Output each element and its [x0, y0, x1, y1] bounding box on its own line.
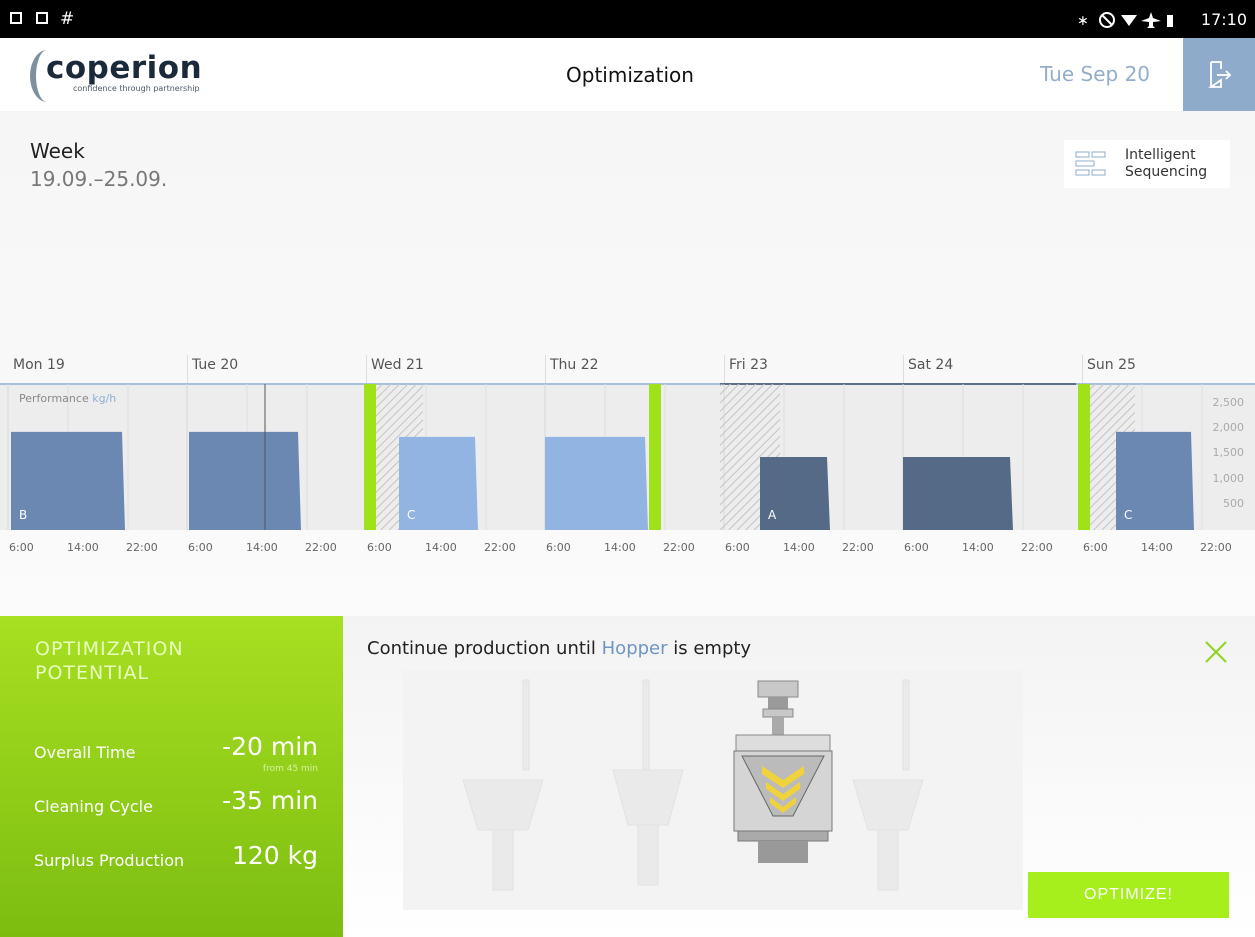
y-tick-label: 1,000: [1212, 471, 1245, 485]
day-label: Sat 24: [908, 357, 954, 373]
performance-label: Performance kg/h: [19, 392, 117, 405]
x-tick-label: 22:00: [1200, 541, 1232, 554]
performance-bar: [903, 457, 1013, 530]
x-tick-label: 22:00: [126, 541, 158, 554]
x-tick-label: 22:00: [484, 541, 516, 554]
day-label: Sun 25: [1087, 357, 1136, 373]
performance-bar: [11, 431, 125, 530]
performance-bar: [189, 431, 301, 530]
optimization-title: OPTIMIZATION POTENTIAL: [35, 638, 184, 684]
airplane-icon: [1141, 12, 1161, 28]
overall-time-value: -20 min: [222, 732, 318, 761]
overall-time-label: Overall Time: [34, 743, 136, 762]
hopper-link[interactable]: Hopper: [602, 638, 668, 659]
y-tick-label: 1,500: [1212, 446, 1245, 460]
battery-icon: [1167, 15, 1173, 27]
x-tick-label: 14:00: [962, 541, 994, 554]
day-separator: [366, 355, 367, 385]
x-tick-label: 22:00: [305, 541, 337, 554]
page-title: Optimization: [566, 63, 694, 87]
wifi-icon: [1121, 15, 1137, 26]
changeover-marker: [1078, 384, 1090, 530]
bar-label: C: [1124, 508, 1133, 522]
y-tick-label: 500: [1223, 496, 1244, 510]
x-tick-label: 6:00: [188, 541, 213, 554]
logo-tagline: confidence through partnership: [73, 84, 200, 93]
clock: 17:10: [1200, 10, 1247, 29]
hash-icon: #: [60, 9, 75, 29]
bar-label: A: [768, 508, 777, 522]
cleaning-cycle-value: -35 min: [222, 786, 318, 815]
changeover-marker: [649, 384, 661, 530]
day-label: Fri 23: [729, 357, 768, 373]
hopper-machine-illustration: [733, 680, 833, 863]
day-label: Wed 21: [371, 357, 424, 373]
x-tick-label: 6:00: [904, 541, 929, 554]
status-bar: # ∗ 17:10: [0, 0, 1255, 38]
header-date: Tue Sep 20: [1040, 62, 1151, 86]
y-tick-label: 2,500: [1212, 396, 1245, 410]
download-icon: [36, 12, 48, 24]
performance-bar: [545, 436, 648, 530]
week-label: Week: [30, 139, 85, 163]
x-tick-label: 6:00: [9, 541, 34, 554]
image-icon: [10, 12, 22, 24]
x-tick-label: 14:00: [783, 541, 815, 554]
x-tick-label: 6:00: [546, 541, 571, 554]
day-separator: [1082, 355, 1083, 385]
x-tick-label: 14:00: [604, 541, 636, 554]
bar-label: C: [407, 508, 416, 522]
x-tick-label: 6:00: [725, 541, 750, 554]
day-separator: [903, 355, 904, 385]
day-label: Tue 20: [192, 357, 239, 373]
week-range: 19.09.–25.09.: [30, 167, 168, 191]
close-icon[interactable]: [1204, 640, 1228, 664]
x-tick-label: 14:00: [1141, 541, 1173, 554]
logo: coperion: [46, 50, 203, 86]
sequencing-icon: [1075, 151, 1106, 176]
x-tick-label: 22:00: [842, 541, 874, 554]
x-tick-label: 22:00: [663, 541, 695, 554]
day-label: Mon 19: [13, 357, 65, 373]
x-tick-label: 14:00: [246, 541, 278, 554]
day-separator: [724, 355, 725, 385]
intelligent-sequencing-label: Intelligent Sequencing: [1125, 147, 1208, 180]
chart-svg: [7, 384, 1203, 530]
logout-button[interactable]: [1183, 38, 1255, 111]
x-tick-label: 14:00: [425, 541, 457, 554]
x-tick-label: 6:00: [1083, 541, 1108, 554]
optimize-button[interactable]: OPTIMIZE!: [1028, 872, 1229, 918]
x-tick-label: 6:00: [367, 541, 392, 554]
day-label: Thu 22: [550, 357, 599, 373]
surplus-production-value: 120 kg: [231, 841, 318, 870]
day-separator: [545, 355, 546, 385]
overall-time-sub: from 45 min: [262, 764, 318, 774]
surplus-production-label: Surplus Production: [34, 851, 185, 870]
system-status-icons: ∗: [1077, 12, 1173, 29]
logout-icon: [1208, 61, 1232, 88]
bluetooth-icon: ∗: [1077, 13, 1089, 29]
cleaning-cycle-label: Cleaning Cycle: [34, 797, 153, 816]
recommendation-message: Continue production until Hopper is empt…: [367, 638, 752, 659]
x-tick-label: 22:00: [1021, 541, 1053, 554]
y-tick-label: 2,000: [1212, 421, 1245, 435]
bar-label: B: [19, 508, 28, 522]
changeover-marker: [364, 384, 376, 530]
day-separator: [187, 355, 188, 385]
x-tick-label: 14:00: [67, 541, 99, 554]
